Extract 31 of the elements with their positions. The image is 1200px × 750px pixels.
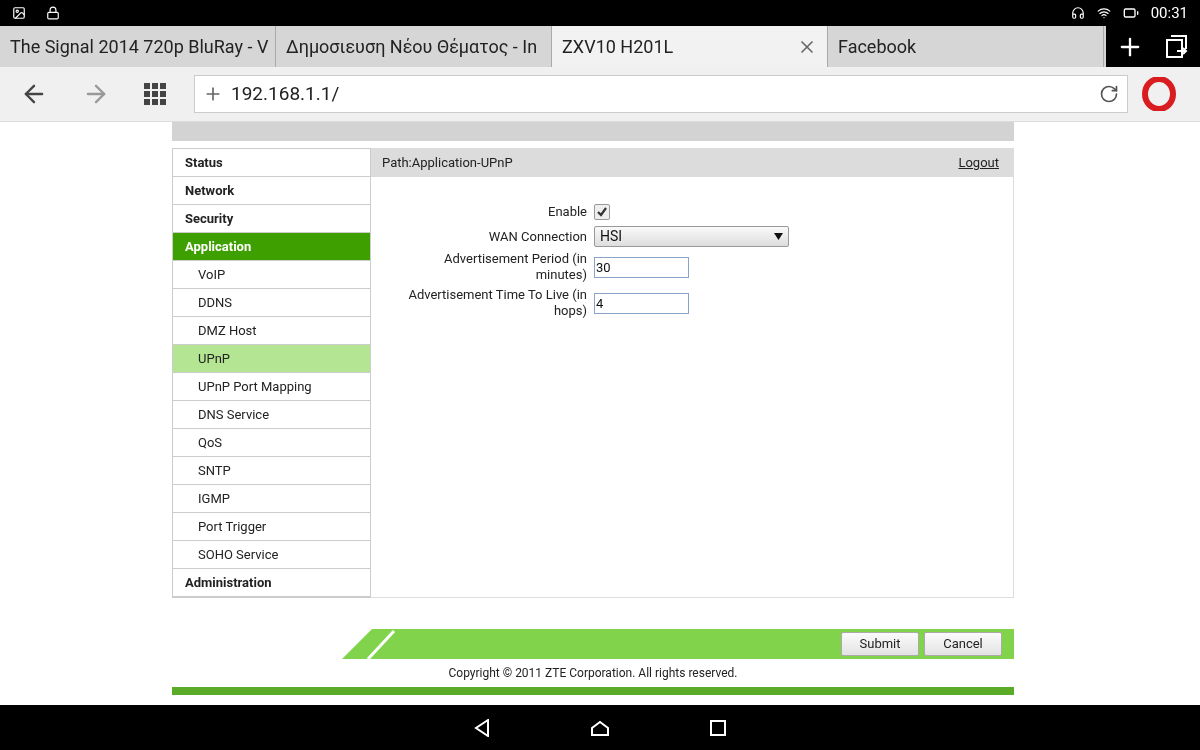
reload-icon[interactable] <box>1099 84 1119 104</box>
enable-checkbox[interactable] <box>594 204 610 220</box>
checkmark-icon <box>596 206 608 218</box>
address-field[interactable]: 192.168.1.1/ <box>194 75 1128 113</box>
input-field[interactable]: 4 <box>594 292 689 314</box>
input-field[interactable]: 30 <box>594 256 689 278</box>
sidebar-item[interactable]: UPnP <box>173 345 370 373</box>
image-icon <box>12 6 26 20</box>
headphones-icon <box>1070 6 1085 20</box>
field-label: WAN Connection <box>487 228 587 245</box>
field-label: Enable <box>547 204 587 220</box>
grid-icon[interactable] <box>144 83 166 105</box>
recents-icon[interactable] <box>710 719 726 736</box>
wifi-icon <box>1096 6 1111 20</box>
breadcrumb-path: Path:Application-UPnP <box>382 154 513 173</box>
field-label: Advertisement Period (in minutes) <box>443 251 587 283</box>
wan-connection-select[interactable]: HSI <box>594 226 789 247</box>
dropdown-arrow-icon <box>774 233 783 240</box>
field-label: Advertisement Time To Live (in hops) <box>407 287 587 319</box>
tabs-switch-icon[interactable] <box>1164 33 1190 60</box>
logout-link[interactable]: Logout <box>958 153 999 173</box>
form-button[interactable]: Cancel <box>924 632 1002 656</box>
lock-icon <box>46 6 60 20</box>
form-button[interactable]: Submit <box>841 632 919 656</box>
clock: 00:31 <box>1150 2 1188 24</box>
home-icon[interactable] <box>590 719 610 736</box>
back-triangle-icon[interactable] <box>474 718 490 737</box>
browser-tab[interactable]: ZXV10 H201L <box>552 26 828 67</box>
o-logo-icon[interactable] <box>1142 77 1176 111</box>
copyright-text: Copyright © 2011 ZTE Corporation. All rights reserved. <box>448 665 738 682</box>
battery-icon <box>1122 5 1139 21</box>
